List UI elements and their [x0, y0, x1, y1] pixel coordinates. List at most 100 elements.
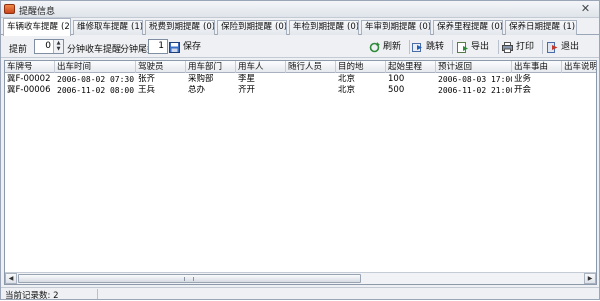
tab-count: (1): [131, 22, 143, 32]
tab-label: 年检到期提醒: [293, 22, 345, 32]
jump-label: 跳转: [426, 42, 445, 52]
jump-button[interactable]: 跳转: [411, 39, 451, 55]
column-header[interactable]: 出车时间: [55, 61, 136, 73]
advance-minutes-value: 0: [45, 41, 51, 51]
app-icon: [4, 4, 15, 14]
plate-cell: 冀F-00006: [7, 85, 51, 95]
tab-maintenance-date[interactable]: 保养日期提醒 (1): [505, 20, 577, 35]
tab-annual-review[interactable]: 年审到期提醒 (0): [361, 20, 431, 35]
column-header[interactable]: 用车人: [236, 61, 286, 73]
depart-time-cell: 2006-11-02 08:00:00: [57, 86, 136, 95]
title-bar: 提醒信息 ✕: [1, 1, 599, 18]
remark-cell: [562, 85, 596, 96]
companions-cell: [286, 85, 336, 96]
print-label: 打印: [516, 42, 535, 52]
tab-count: (1): [563, 22, 576, 32]
reminder-table: 车牌号 出车时间 驾驶员 用车部门 用车人 随行人员 目的地 起始里程 预计返回…: [4, 60, 597, 285]
column-header[interactable]: 起始里程: [386, 61, 436, 73]
spinner-arrows[interactable]: ▲ ▼: [53, 40, 63, 53]
toolbar-separator: [409, 40, 410, 54]
export-label: 导出: [471, 42, 490, 52]
advance-minutes-spinner[interactable]: 0 ▲ ▼: [34, 39, 64, 54]
print-icon: [502, 42, 513, 53]
spin-down-icon[interactable]: ▼: [54, 46, 63, 52]
window-title: 提醒信息: [19, 7, 56, 17]
tab-annual-inspection[interactable]: 年检到期提醒 (0): [289, 20, 359, 35]
reason-cell: 开会: [514, 85, 532, 95]
destination-cell: 北京: [338, 85, 356, 95]
toolbar-separator: [498, 40, 499, 54]
export-button[interactable]: 导出: [456, 39, 496, 55]
tab-label: 维修取车提醒: [77, 22, 129, 32]
save-label: 保存: [183, 42, 202, 52]
column-header[interactable]: 预计返回: [436, 61, 512, 73]
tab-maintenance-mileage[interactable]: 保养里程提醒 (0): [433, 20, 503, 35]
minutes-label: 分钟收车提醒: [67, 45, 122, 55]
tab-label: 保养里程提醒: [437, 22, 489, 32]
scroll-left-icon[interactable]: ◀: [5, 273, 17, 284]
table-row[interactable]: 冀F-00002 2006-08-02 07:30:00 张齐 采购部 李星 北…: [5, 74, 596, 85]
tab-count: (0): [347, 22, 359, 32]
table-row[interactable]: 冀F-00006 2006-11-02 08:00:00 王兵 总办 齐开 北京…: [5, 85, 596, 96]
tab-vehicle-return[interactable]: 车辆收车提醒(2): [3, 18, 71, 36]
tab-count: (0): [203, 22, 215, 32]
save-icon: [169, 42, 180, 53]
destination-cell: 北京: [338, 74, 356, 84]
tab-label: 年审到期提醒: [365, 22, 417, 32]
tab-label: 保险到期提醒: [221, 22, 273, 32]
column-header[interactable]: 出车事由: [512, 61, 562, 73]
tab-tax-expiry[interactable]: 税费到期提醒 (0): [145, 20, 215, 35]
save-button[interactable]: 保存: [168, 39, 208, 55]
horizontal-scrollbar[interactable]: ◀ ▶: [5, 272, 596, 284]
column-header[interactable]: 车牌号: [5, 61, 55, 73]
tab-label: 税费到期提醒: [149, 22, 201, 32]
driver-cell: 张齐: [138, 74, 156, 84]
export-icon: [457, 42, 468, 53]
start-mileage-cell: 100: [388, 74, 405, 84]
companions-cell: [286, 74, 336, 85]
toolbar-separator: [542, 40, 543, 54]
tab-bar: 车辆收车提醒(2) 维修取车提醒(1) 税费到期提醒(0) 保险到期提醒(0) …: [1, 18, 599, 36]
refresh-icon: [369, 42, 380, 53]
advance-label: 提前: [9, 45, 28, 55]
refresh-button[interactable]: 刷新: [368, 39, 408, 55]
tab-label: 车辆收车提醒: [7, 22, 59, 32]
toolbar: 提前 0 ▲ ▼ 分钟收车提醒 分钟尾数 1 保存 刷新 跳转 导出 打印 退出: [1, 36, 599, 58]
reason-cell: 业务: [514, 74, 532, 84]
tab-insurance-expiry[interactable]: 保险到期提醒 (0): [217, 20, 287, 35]
jump-icon: [412, 43, 422, 52]
scroll-right-icon[interactable]: ▶: [584, 273, 596, 284]
depart-time-cell: 2006-08-02 07:30:00: [57, 75, 136, 84]
column-header[interactable]: 出车说明: [562, 61, 596, 73]
tab-count: (0): [491, 22, 503, 32]
status-divider: [97, 289, 98, 299]
driver-cell: 王兵: [138, 85, 156, 95]
exit-button[interactable]: 退出: [546, 39, 586, 55]
expected-return-cell: 2006-08-03 17:00:00: [438, 75, 512, 84]
start-mileage-cell: 500: [388, 85, 405, 95]
user-cell: 李星: [238, 74, 256, 84]
tab-count: (0): [275, 22, 287, 32]
department-cell: 总办: [188, 85, 206, 95]
table-header: 车牌号 出车时间 驾驶员 用车部门 用车人 随行人员 目的地 起始里程 预计返回…: [5, 61, 596, 73]
tab-count: (0): [419, 22, 431, 32]
close-button[interactable]: ✕: [579, 3, 592, 15]
exit-icon: [547, 42, 558, 53]
user-cell: 齐开: [238, 85, 256, 95]
column-header[interactable]: 用车部门: [186, 61, 236, 73]
column-header[interactable]: 驾驶员: [136, 61, 186, 73]
remark-cell: [562, 74, 596, 85]
scroll-thumb[interactable]: [18, 274, 361, 283]
reminder-window: 提醒信息 ✕ 车辆收车提醒(2) 维修取车提醒(1) 税费到期提醒(0) 保险到…: [0, 0, 600, 301]
record-count: 当前记录数: 2: [5, 291, 59, 301]
department-cell: 采购部: [188, 74, 214, 84]
exit-label: 退出: [561, 42, 580, 52]
print-button[interactable]: 打印: [501, 39, 541, 55]
column-header[interactable]: 随行人员: [286, 61, 336, 73]
toolbar-separator: [452, 40, 453, 54]
column-header[interactable]: 目的地: [336, 61, 386, 73]
tab-repair-pickup[interactable]: 维修取车提醒 (1): [73, 20, 143, 35]
plate-cell: 冀F-00002: [7, 74, 51, 84]
status-bar: 当前记录数: 2: [1, 287, 599, 301]
tail-number-input[interactable]: 1: [148, 39, 168, 54]
